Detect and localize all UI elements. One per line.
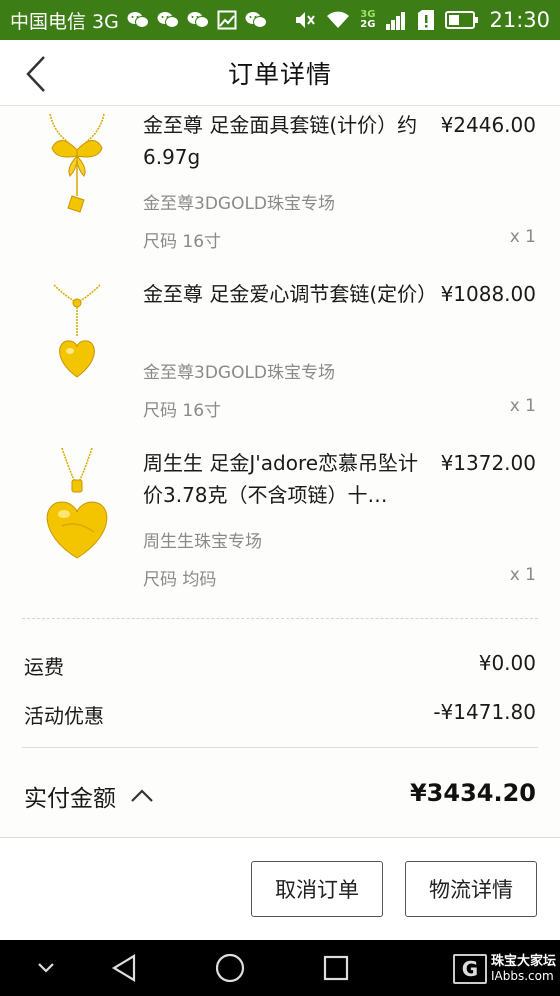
mute-icon bbox=[294, 10, 316, 30]
order-item[interactable]: 金至尊 足金面具套链(计价）约6.97g ¥2446.00 金至尊3DGOLD珠… bbox=[0, 107, 560, 276]
page-title: 订单详情 bbox=[227, 59, 332, 89]
shipping-row: 运费 ¥0.00 bbox=[24, 651, 536, 680]
product-price: ¥1372.00 bbox=[440, 451, 536, 475]
product-quantity: x 1 bbox=[509, 565, 536, 585]
chevron-up-icon bbox=[131, 789, 153, 802]
product-image-heart-pendant-necklace bbox=[24, 276, 130, 396]
order-item[interactable]: 周生生 足金J'adore恋慕吊坠计价3.78克（不含项链）十… ¥1372.0… bbox=[0, 445, 560, 614]
sim-alert-icon bbox=[417, 9, 435, 31]
hide-nav-button[interactable] bbox=[26, 950, 66, 986]
product-price: ¥1088.00 bbox=[440, 282, 536, 306]
discount-value: -¥1471.80 bbox=[433, 700, 536, 724]
nav-recents-button[interactable] bbox=[316, 950, 356, 986]
logistics-details-button[interactable]: 物流详情 bbox=[405, 861, 537, 917]
carrier-label: 中国电信 3G bbox=[10, 10, 119, 33]
wifi-icon bbox=[326, 10, 350, 30]
wechat-icon bbox=[245, 11, 267, 29]
wechat-icon bbox=[127, 11, 149, 29]
product-quantity: x 1 bbox=[509, 396, 536, 416]
store-name[interactable]: 周生生珠宝专场 bbox=[143, 527, 262, 552]
total-toggle[interactable]: 实付金额 bbox=[24, 779, 154, 813]
discount-label: 活动优惠 bbox=[24, 704, 104, 728]
shipping-value: ¥0.00 bbox=[478, 651, 536, 675]
discount-row: 活动优惠 -¥1471.80 bbox=[24, 700, 536, 729]
wechat-icon bbox=[157, 11, 179, 29]
product-quantity: x 1 bbox=[509, 227, 536, 247]
system-nav-bar: G 珠宝大家坛 IAbbs.com bbox=[0, 940, 560, 996]
product-size: 尺码 16寸 bbox=[143, 232, 222, 252]
total-label: 实付金额 bbox=[24, 786, 116, 812]
nav-back-button[interactable] bbox=[104, 950, 144, 986]
product-size: 尺码 均码 bbox=[143, 570, 217, 590]
watermark: G 珠宝大家坛 IAbbs.com bbox=[452, 954, 556, 984]
watermark-line2: IAbbs.com bbox=[490, 969, 554, 983]
product-name[interactable]: 周生生 足金J'adore恋慕吊坠计价3.78克（不含项链）十… bbox=[143, 447, 433, 511]
divider bbox=[22, 747, 538, 748]
product-name[interactable]: 金至尊 足金爱心调节套链(定价） bbox=[143, 278, 437, 310]
order-items-list: 金至尊 足金面具套链(计价）约6.97g ¥2446.00 金至尊3DGOLD珠… bbox=[0, 107, 560, 619]
nav-home-button[interactable] bbox=[210, 950, 250, 986]
watermark-line1: 珠宝大家坛 bbox=[490, 954, 556, 969]
store-name[interactable]: 金至尊3DGOLD珠宝专场 bbox=[143, 189, 335, 214]
product-size: 尺码 16寸 bbox=[143, 401, 222, 421]
product-image-butterfly-necklace bbox=[24, 107, 130, 227]
square-recents-icon bbox=[323, 955, 349, 981]
triangle-back-icon bbox=[111, 954, 136, 982]
store-name[interactable]: 金至尊3DGOLD珠宝专场 bbox=[143, 358, 335, 383]
wechat-icon bbox=[187, 11, 209, 29]
network-type: 3G 2G bbox=[360, 9, 376, 30]
battery-icon bbox=[445, 11, 479, 29]
title-bar: 订单详情 bbox=[0, 40, 560, 106]
back-button[interactable] bbox=[16, 54, 56, 94]
shipping-label: 运费 bbox=[24, 655, 64, 679]
chevron-left-icon bbox=[26, 56, 45, 92]
total-value: ¥3434.20 bbox=[409, 779, 536, 807]
status-bar: 中国电信 3G 3G 2G 21:30 bbox=[0, 0, 560, 40]
signal-icon bbox=[385, 10, 407, 30]
product-price: ¥2446.00 bbox=[440, 113, 536, 137]
order-summary: 运费 ¥0.00 活动优惠 -¥1471.80 实付金额 ¥3434.20 bbox=[0, 619, 560, 837]
chevron-down-icon bbox=[38, 963, 54, 973]
clock: 21:30 bbox=[489, 8, 550, 32]
action-bar: 取消订单 物流详情 bbox=[0, 837, 560, 940]
product-name[interactable]: 金至尊 足金面具套链(计价）约6.97g bbox=[143, 109, 433, 173]
cancel-order-button[interactable]: 取消订单 bbox=[251, 861, 383, 917]
circle-home-icon bbox=[215, 953, 245, 983]
image-icon bbox=[217, 10, 237, 30]
watermark-logo: G bbox=[452, 954, 487, 984]
product-image-jadore-heart-pendant bbox=[24, 445, 130, 565]
order-item[interactable]: 金至尊 足金爱心调节套链(定价） ¥1088.00 金至尊3DGOLD珠宝专场 … bbox=[0, 276, 560, 445]
